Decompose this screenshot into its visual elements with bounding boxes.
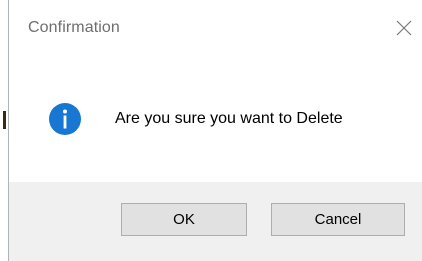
title-bar: Confirmation bbox=[9, 0, 422, 58]
dialog-body: Are you sure you want to Delete bbox=[9, 58, 422, 182]
close-button[interactable] bbox=[376, 0, 422, 58]
background-edge bbox=[0, 0, 8, 261]
dialog-message: Are you sure you want to Delete bbox=[115, 110, 343, 127]
close-icon bbox=[396, 20, 412, 36]
dialog-title: Confirmation bbox=[28, 19, 120, 36]
button-bar: OK Cancel bbox=[9, 182, 422, 261]
background-mark bbox=[3, 111, 6, 129]
info-icon bbox=[49, 103, 81, 135]
confirmation-dialog: Confirmation Are you sure you want to De… bbox=[8, 0, 422, 261]
ok-button[interactable]: OK bbox=[121, 203, 247, 236]
cancel-button[interactable]: Cancel bbox=[271, 203, 405, 236]
